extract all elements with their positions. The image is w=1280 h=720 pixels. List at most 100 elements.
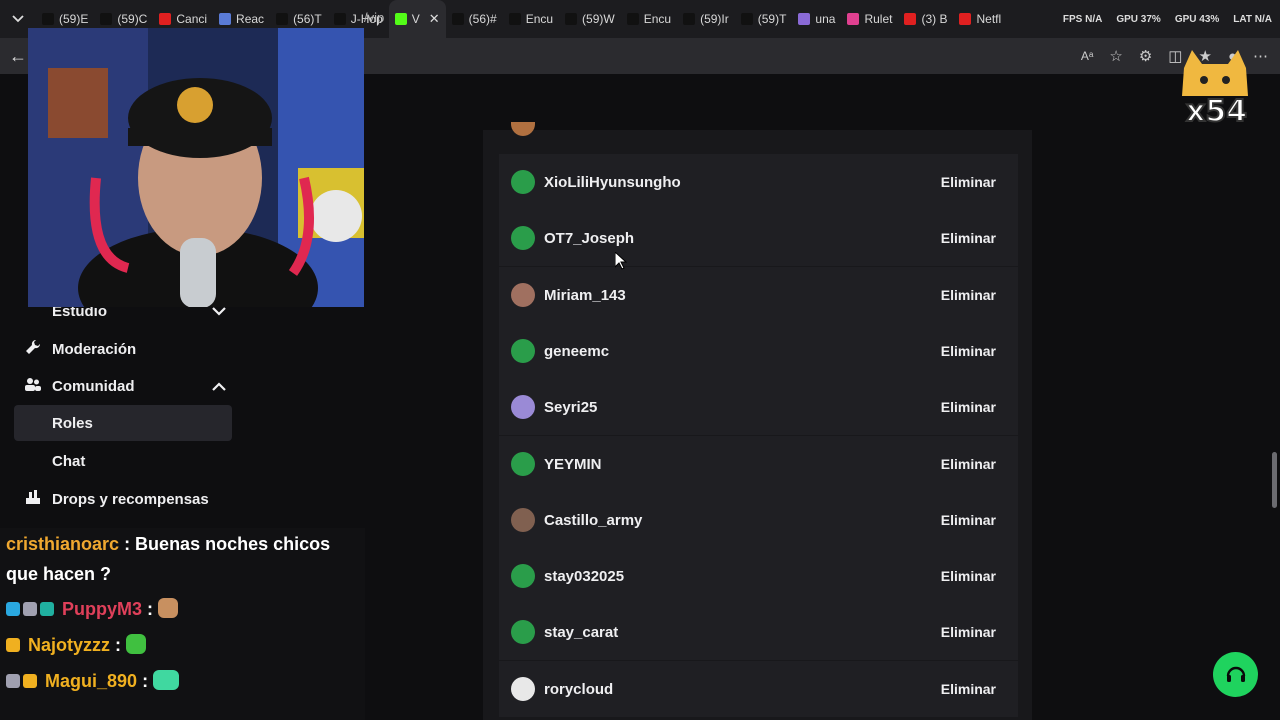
chat-text: que hacen ? <box>6 564 112 584</box>
gpu-readout: GPU 37% <box>1116 13 1161 25</box>
vip-user-row: Seyri25 Eliminar <box>499 379 1018 435</box>
vip-username: YEYMIN <box>544 455 602 473</box>
remove-vip-button[interactable]: Eliminar <box>941 399 996 415</box>
vip-username: Miriam_143 <box>544 286 626 304</box>
remove-vip-button[interactable]: Eliminar <box>941 568 996 584</box>
avatar <box>511 339 535 363</box>
read-aloud-icon[interactable]: Aᵃ <box>1081 49 1093 63</box>
fps-readout: FPS N/A <box>1062 13 1103 25</box>
browser-tab[interactable]: (59)Ir <box>677 0 735 38</box>
browser-tab[interactable]: (59)W <box>559 0 621 38</box>
performance-overlay: FPS N/A GPU 37% GPU 43% LAT N/A <box>1063 0 1272 38</box>
sidebar-item-drops[interactable]: Drops y recompensas <box>14 481 254 517</box>
wrench-icon <box>14 339 52 359</box>
vip-username: Castillo_army <box>544 511 643 529</box>
vip-username: stay_carat <box>544 623 619 641</box>
favicon-icon <box>42 13 54 25</box>
browser-tab[interactable]: Netfl <box>953 0 1007 38</box>
vip-user-row: rorycloud Eliminar <box>499 661 1018 717</box>
chat-message: Najotyzzz : <box>6 634 147 656</box>
sidebar-item-label: Drops y recompensas <box>52 490 209 508</box>
cat-overlay-logo: x54 <box>1178 46 1252 132</box>
tab-label: (56)T <box>293 12 322 26</box>
tab-label: (59)W <box>582 12 615 26</box>
remove-vip-button[interactable]: Eliminar <box>941 343 996 359</box>
chat-message-continued: que hacen ? <box>6 564 111 585</box>
url-field[interactable]: /vip <box>364 10 384 25</box>
sidebar-item-label: Comunidad <box>52 377 135 395</box>
favorite-star-icon[interactable]: ☆ <box>1109 47 1122 65</box>
community-icon <box>14 377 52 395</box>
remove-vip-button[interactable]: Eliminar <box>941 624 996 640</box>
favicon-icon <box>508 13 521 25</box>
browser-tab[interactable]: (56)# <box>446 0 503 38</box>
avatar <box>511 508 535 532</box>
favicon-icon <box>394 13 407 25</box>
sidebar-item-label: Moderación <box>52 340 137 358</box>
avatar <box>511 620 535 644</box>
chat-username: PuppyM3 <box>62 599 143 619</box>
browser-tab[interactable]: Rulet <box>841 0 898 38</box>
remove-vip-button[interactable]: Eliminar <box>941 456 996 472</box>
vip-username: XioLiliHyunsungho <box>544 173 681 191</box>
badge-icon <box>6 674 20 688</box>
support-chat-button[interactable] <box>1213 652 1258 697</box>
avatar <box>511 452 535 476</box>
vip-username: Seyri25 <box>544 398 598 416</box>
chat-overlay: cristhianoarc : Buenas noches chicos que… <box>0 528 365 720</box>
chat-message: cristhianoarc : Buenas noches chicos <box>6 534 330 555</box>
vip-user-row: OT7_Joseph Eliminar <box>499 210 1018 266</box>
browser-tab[interactable]: Encu <box>621 0 677 38</box>
favicon-icon <box>626 13 639 25</box>
more-menu-icon[interactable]: ⋯ <box>1253 47 1268 65</box>
vip-user-row: stay_carat Eliminar <box>499 604 1018 660</box>
sidebar-item-community[interactable]: Comunidad <box>14 368 232 404</box>
sidebar-item-label: Chat <box>52 452 86 470</box>
vip-user-row: XioLiliHyunsungho Eliminar <box>499 154 1018 210</box>
badge-icon <box>23 602 37 616</box>
remove-vip-button[interactable]: Eliminar <box>941 287 996 303</box>
avatar <box>511 170 535 194</box>
vip-user-row: YEYMIN Eliminar <box>499 436 1018 492</box>
favicon-icon <box>740 13 753 25</box>
vip-username: rorycloud <box>544 680 614 698</box>
favicon-icon <box>565 13 578 25</box>
crown-badge-icon <box>23 674 37 688</box>
avatar <box>511 395 535 419</box>
latency-readout: LAT N/A <box>1233 13 1272 25</box>
vip-username: OT7_Joseph <box>544 229 635 247</box>
browser-tab[interactable]: Encu <box>503 0 559 38</box>
browser-tab[interactable]: V ✕ <box>388 0 446 38</box>
vip-username: geneemc <box>544 342 610 360</box>
extensions-icon[interactable]: ⚙ <box>1139 47 1152 65</box>
favicon-icon <box>159 13 172 25</box>
remove-vip-button[interactable]: Eliminar <box>941 230 996 246</box>
tab-label: Reac <box>236 12 265 26</box>
avatar <box>511 283 535 307</box>
sidebar-item-roles[interactable]: Roles <box>14 405 232 441</box>
browser-tab[interactable]: (59)T <box>735 0 793 38</box>
favicon-icon <box>276 13 289 25</box>
tab-label: Netfl <box>976 12 1002 26</box>
close-tab-icon[interactable]: ✕ <box>429 11 440 27</box>
browser-tab[interactable]: una <box>792 0 841 38</box>
badge-icon <box>40 602 54 616</box>
tab-label: Encu <box>643 12 672 26</box>
remove-vip-button[interactable]: Eliminar <box>941 174 996 190</box>
tab-label: (59)T <box>757 12 787 26</box>
scrollbar-thumb[interactable] <box>1272 452 1277 508</box>
tab-label: una <box>815 12 836 26</box>
favicon-icon <box>100 13 113 25</box>
chat-username: Najotyzzz <box>28 635 111 655</box>
remove-vip-button[interactable]: Eliminar <box>941 681 996 697</box>
vip-username: stay032025 <box>544 567 625 585</box>
chat-text: : Buenas noches chicos <box>124 534 331 554</box>
chevron-up-icon <box>212 379 226 394</box>
sidebar-item-moderation[interactable]: Moderación <box>14 331 232 367</box>
browser-tab[interactable]: (3) B <box>898 0 953 38</box>
favicon-icon <box>219 13 232 25</box>
remove-vip-button[interactable]: Eliminar <box>941 512 996 528</box>
emote-icon <box>153 670 180 690</box>
sidebar-item-chat[interactable]: Chat <box>14 443 232 479</box>
tab-label: Canci <box>176 12 208 26</box>
